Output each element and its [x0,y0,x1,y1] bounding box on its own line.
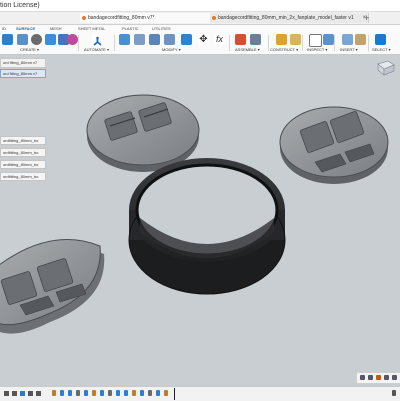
display-settings-icon[interactable] [392,375,397,380]
tab-label: bandagecordfitting_80mm_min_2x_fanplate_… [218,15,354,21]
timeline-feature-icon[interactable] [52,390,56,396]
timeline-feature-icon[interactable] [76,390,80,396]
chamfer-icon[interactable] [149,34,160,45]
lid-part-top[interactable] [86,94,200,172]
timeline-bar [0,386,400,401]
move-icon[interactable]: ✥ [198,34,209,45]
ring-part[interactable] [128,158,286,295]
pan-icon[interactable] [368,375,373,380]
measure-icon[interactable] [309,34,322,47]
timeline-feature-icon[interactable] [108,390,112,396]
fusion-doc-icon [212,16,216,20]
separator [268,35,269,51]
group-create[interactable]: CREATE ▾ [20,47,39,52]
first-step-icon[interactable] [4,391,9,396]
next-step-icon[interactable] [28,391,33,396]
tab-plastic[interactable]: PLASTIC [122,25,139,32]
timeline-feature-icon[interactable] [140,390,144,396]
tab-utilities[interactable]: UTILITIES [152,25,171,32]
tab-mesh[interactable]: MESH [50,25,62,32]
lid-part-bottom-left[interactable] [0,239,105,334]
new-tab-icon[interactable]: + [364,12,369,24]
midplane-icon[interactable] [290,34,301,45]
interference-icon[interactable] [323,34,334,45]
group-inspect[interactable]: INSPECT ▾ [307,47,327,52]
timeline-feature-icon[interactable] [60,390,64,396]
select-icon[interactable] [375,34,386,45]
group-assemble[interactable]: ASSEMBLE ▾ [235,47,260,52]
ribbon-toolbar: CREATE ▾ AUTOMATE ▾ ✥ fx MODIFY ▾ ASSEMB… [0,32,400,55]
group-modify[interactable]: MODIFY ▾ [162,47,181,52]
fit-icon[interactable] [384,375,389,380]
insert-canvas-icon[interactable] [355,34,366,45]
separator [302,35,303,51]
automate-icon[interactable] [92,34,103,46]
lid-part-right[interactable] [279,106,389,184]
timeline-settings-icon[interactable] [392,390,396,396]
tab-document-active[interactable]: bandagecordfitting_80mm v7* × [80,13,217,23]
plastic-rule-icon[interactable] [67,34,78,45]
fusion-doc-icon [82,16,86,20]
play-icon[interactable] [20,391,25,396]
extrude-icon[interactable] [17,34,28,45]
timeline-feature-icon[interactable] [92,390,96,396]
insert-mesh-icon[interactable] [342,34,353,45]
model-viewport[interactable] [0,55,400,385]
document-tabbar: bandagecordfitting_80mm v7* × bandagecor… [0,12,400,25]
parameters-icon[interactable]: fx [214,34,225,45]
timeline-feature-icon[interactable] [124,390,128,396]
separator [334,35,335,51]
timeline-feature-icon[interactable] [164,390,168,396]
separator [114,35,115,51]
previous-step-icon[interactable] [12,391,17,396]
combine-icon[interactable] [181,34,192,45]
orbit-icon[interactable] [360,375,365,380]
fillet-icon[interactable] [134,34,145,45]
group-automate[interactable]: AUTOMATE ▾ [84,47,109,52]
timeline-feature-icon[interactable] [148,390,152,396]
nav-toolbar [356,372,400,384]
timeline-feature-icon[interactable] [84,390,88,396]
tab-document[interactable]: bandagecordfitting_80mm_min_2x_fanplate_… [210,13,369,23]
group-insert[interactable]: INSERT ▾ [340,47,358,52]
timeline-feature-icon[interactable] [68,390,72,396]
separator [368,35,369,51]
tab-sheet-metal[interactable]: SHEET METAL [78,25,105,32]
joint-icon[interactable] [235,34,246,45]
box-icon[interactable] [45,34,56,45]
timeline-feature-icon[interactable] [100,390,104,396]
separator [78,35,79,51]
timeline-marker[interactable] [174,388,175,400]
last-step-icon[interactable] [36,391,41,396]
zoom-icon[interactable] [376,375,381,380]
timeline-feature-icon[interactable] [156,390,160,396]
tab-label: bandagecordfitting_80mm v7* [88,15,155,21]
separator [229,35,230,51]
workspace-tabs: ID SURFACE MESH SHEET METAL PLASTIC UTIL… [0,25,400,32]
group-select[interactable]: SELECT ▾ [372,47,391,52]
press-pull-icon[interactable] [119,34,130,45]
revolve-icon[interactable] [31,34,42,45]
timeline-feature-icon[interactable] [116,390,120,396]
tab-solid[interactable]: ID [2,25,6,32]
window-titlebar: tion License) [0,0,400,12]
new-component-icon[interactable] [2,34,13,45]
as-built-joint-icon[interactable] [250,34,261,45]
group-construct[interactable]: CONSTRUCT ▾ [270,47,298,52]
tab-surface[interactable]: SURFACE [16,25,35,32]
window-title: tion License) [0,2,40,9]
timeline-feature-icon[interactable] [132,390,136,396]
offset-plane-icon[interactable] [276,34,287,45]
shell-icon[interactable] [164,34,175,45]
